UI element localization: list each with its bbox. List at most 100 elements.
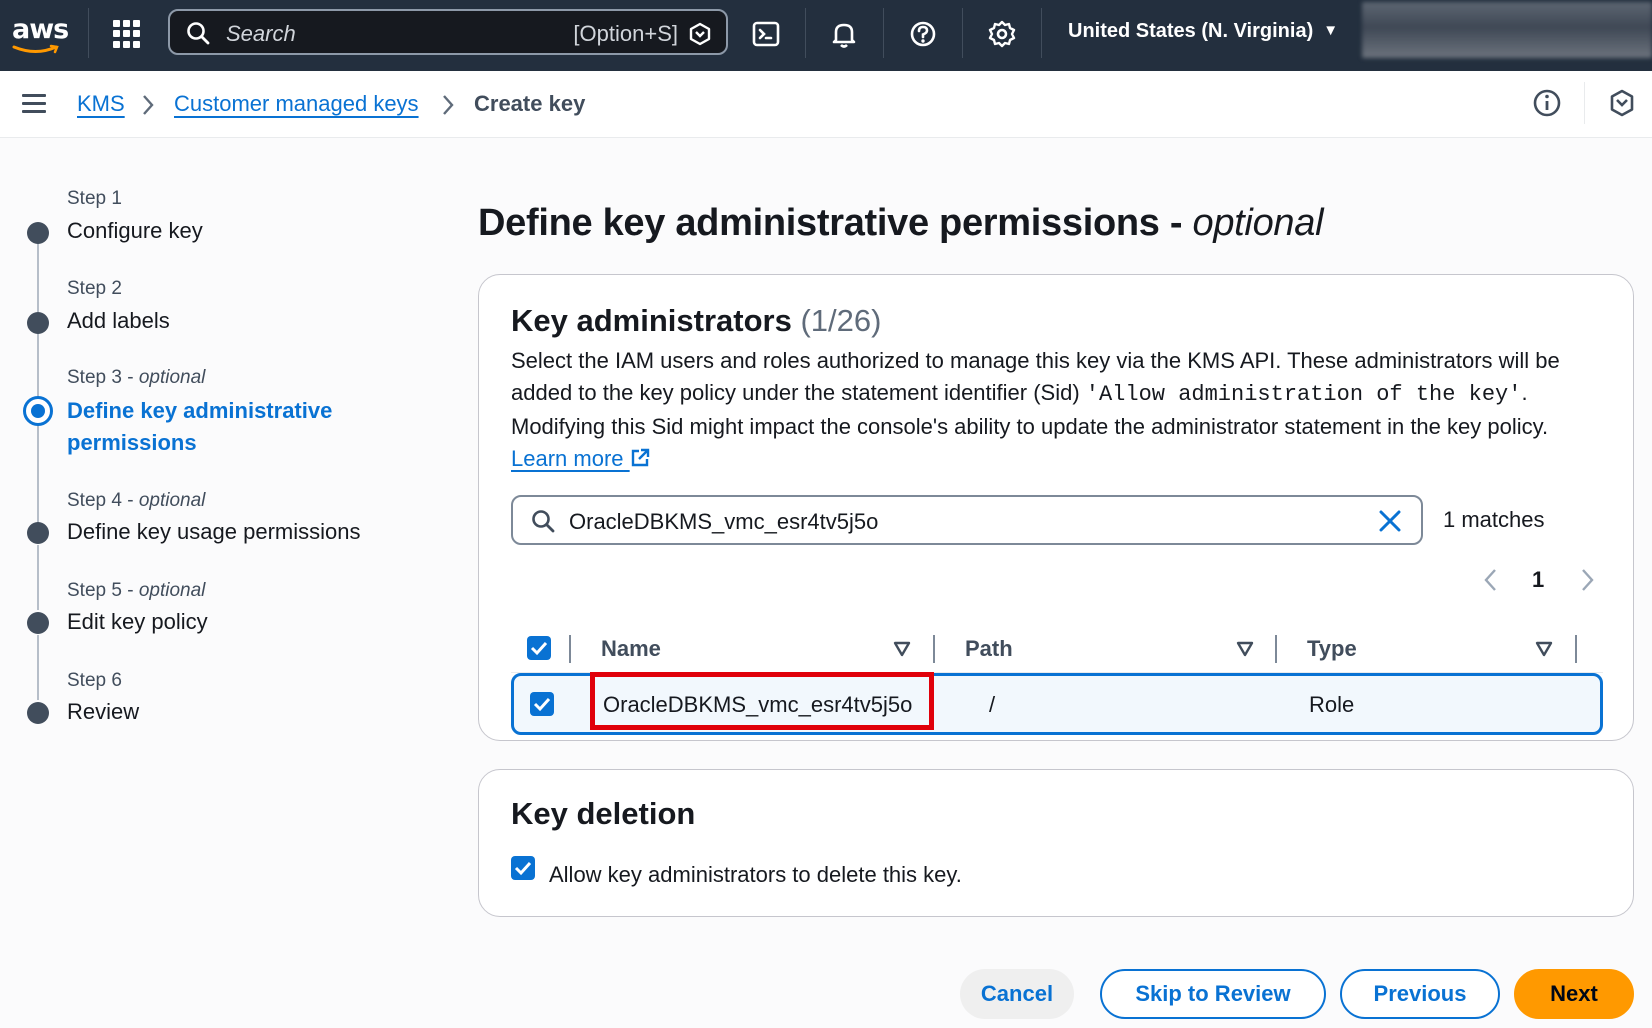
search-icon (532, 510, 555, 533)
step-6-name: Review (67, 699, 140, 724)
step-1-indicator (27, 222, 49, 244)
row-name: OracleDBKMS_vmc_esr4tv5j5o (603, 692, 913, 717)
step-connector (37, 635, 39, 700)
sort-icon[interactable] (893, 641, 911, 657)
nav-divider (1041, 8, 1042, 58)
pagination-current-page[interactable]: 1 (1532, 567, 1544, 593)
filter-value: OracleDBKMS_vmc_esr4tv5j5o (569, 509, 879, 534)
step-4-label: Step 4 - optional (67, 490, 206, 511)
hamburger-menu-icon[interactable] (22, 94, 46, 114)
cloudshell-icon[interactable] (748, 16, 784, 52)
search-shortcut: [Option+S] (573, 21, 678, 46)
checkmark-icon (533, 697, 551, 712)
aws-smile-icon (12, 44, 59, 54)
global-search-input[interactable]: Search [Option+S] (168, 9, 728, 55)
column-header-name[interactable]: Name (601, 636, 661, 662)
key-administrators-title: Key administrators (1/26) (511, 303, 882, 338)
search-placeholder: Search (226, 21, 296, 46)
cancel-button[interactable]: Cancel (960, 969, 1074, 1019)
breadcrumb-current: Create key (474, 91, 586, 116)
learn-more-link[interactable]: Learn more (511, 446, 650, 471)
clear-filter-icon[interactable] (1377, 508, 1403, 534)
amazon-q-panel-icon[interactable] (1607, 88, 1637, 118)
row-checkbox[interactable] (530, 692, 554, 716)
page-title: Define key administrative permissions - … (478, 202, 1324, 244)
table-row[interactable]: OracleDBKMS_vmc_esr4tv5j5o / Role (511, 672, 1603, 735)
chevron-left-icon[interactable] (1481, 567, 1501, 593)
step-connector (37, 425, 39, 525)
column-header-path[interactable]: Path (965, 636, 1013, 662)
step-5-label: Step 5 - optional (67, 580, 206, 601)
step-3-indicator-current (23, 396, 53, 426)
top-navigation: aws Search [Option+S] United States (N. … (0, 0, 1652, 71)
allow-deletion-label[interactable]: Allow key administrators to delete this … (549, 862, 962, 888)
region-selector[interactable]: United States (N. Virginia) ▼ (1068, 20, 1338, 43)
aws-logo[interactable]: aws (12, 14, 69, 54)
key-deletion-title: Key deletion (511, 796, 696, 831)
step-4-indicator (27, 522, 49, 544)
step-6-indicator (27, 702, 49, 724)
key-administrators-panel: Key administrators (1/26) Select the IAM… (478, 274, 1634, 741)
row-path: / (989, 692, 996, 717)
column-divider (569, 635, 571, 663)
step-connector (37, 332, 39, 397)
step-2-name: Add labels (67, 308, 170, 333)
gear-icon[interactable] (984, 16, 1020, 52)
selection-count: (1/26) (800, 303, 882, 338)
step-5-name: Edit key policy (67, 609, 208, 634)
skip-to-review-button[interactable]: Skip to Review (1100, 969, 1326, 1019)
bell-icon[interactable] (826, 16, 862, 52)
info-icon[interactable] (1532, 88, 1562, 118)
breadcrumb-kms[interactable]: KMS (77, 91, 125, 117)
step-2-indicator (27, 312, 49, 334)
previous-button[interactable]: Previous (1340, 969, 1500, 1019)
column-divider (1575, 635, 1577, 663)
step-6-label: Step 6 (67, 670, 122, 691)
step-3-label: Step 3 - optional (67, 367, 206, 388)
sort-icon[interactable] (1236, 641, 1254, 657)
external-link-icon (631, 448, 649, 467)
breadcrumb-bar: KMS Customer managed keys Create key (0, 71, 1652, 138)
step-3-name-current: Define key administrative permissions (67, 398, 333, 455)
key-deletion-panel: Key deletion Allow key administrators to… (478, 769, 1634, 917)
next-button[interactable]: Next (1514, 969, 1634, 1019)
sort-icon[interactable] (1535, 641, 1553, 657)
administrators-filter-input[interactable]: OracleDBKMS_vmc_esr4tv5j5o (511, 495, 1423, 545)
select-all-checkbox[interactable] (527, 636, 551, 660)
nav-divider (805, 8, 806, 58)
search-icon (187, 22, 210, 45)
aws-logo-text: aws (12, 14, 69, 45)
chevron-right-icon (443, 95, 454, 115)
step-1-name: Configure key (67, 218, 203, 243)
chevron-right-icon[interactable] (1577, 567, 1597, 593)
step-connector (37, 242, 39, 312)
step-4-name: Define key usage permissions (67, 519, 361, 544)
checkmark-icon (514, 861, 532, 876)
step-2-label: Step 2 (67, 278, 122, 299)
step-connector (37, 545, 39, 610)
table-header: Name Path Type (511, 623, 1603, 673)
chevron-right-icon (143, 95, 154, 115)
nav-divider (883, 8, 884, 58)
help-icon[interactable] (905, 16, 941, 52)
sid-code: 'Allow administration of the key' (1085, 382, 1522, 407)
nav-divider (88, 8, 89, 58)
caret-down-icon: ▼ (1323, 22, 1339, 39)
breadcrumb-divider (1584, 82, 1585, 124)
checkmark-icon (530, 641, 548, 656)
amazon-q-icon[interactable] (688, 22, 712, 46)
apps-grid-icon[interactable] (113, 20, 141, 48)
column-header-type[interactable]: Type (1307, 636, 1357, 662)
account-menu[interactable] (1362, 2, 1652, 58)
key-administrators-description: Select the IAM users and roles authorize… (511, 348, 1560, 471)
allow-deletion-checkbox[interactable] (511, 856, 535, 880)
nav-divider (962, 8, 963, 58)
row-type: Role (1309, 692, 1355, 717)
breadcrumb-customer-managed-keys[interactable]: Customer managed keys (174, 91, 419, 117)
region-label: United States (N. Virginia) (1068, 20, 1314, 42)
step-5-indicator (27, 612, 49, 634)
filter-matches-count: 1 matches (1443, 507, 1545, 532)
step-1-label: Step 1 (67, 188, 122, 209)
column-divider (933, 635, 935, 663)
column-divider (1275, 635, 1277, 663)
